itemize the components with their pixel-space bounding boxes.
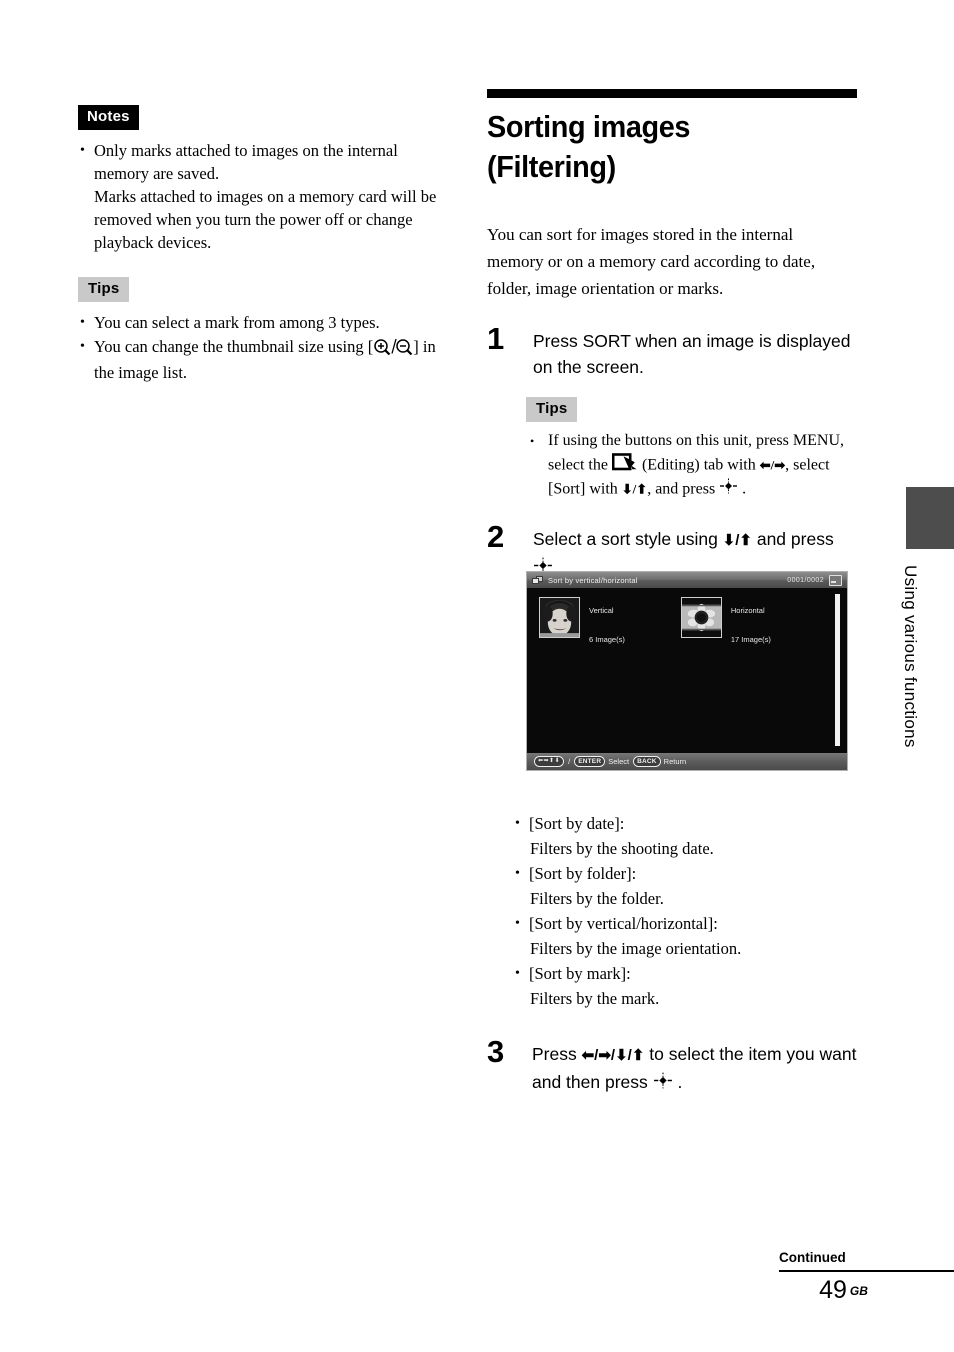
inner-tips-badge-wrap: Tips [526, 397, 857, 422]
notes-list: Only marks attached to images on the int… [78, 139, 450, 254]
child-photo [540, 598, 579, 637]
sort-option-label: [Sort by date]: [529, 813, 625, 833]
device-body: Vertical 6 Image(s) Horizontal 17 Image(… [527, 588, 847, 763]
sort-option-desc: Filters by the mark. [530, 988, 660, 1008]
zoom-in-zoom-out-icon [374, 338, 413, 356]
step-1: 1 Press SORT when an image is displayed … [487, 322, 857, 380]
step-3: 3 Press ⬅/➡/⬇/⬆ to select the item you w… [487, 1034, 857, 1096]
tips-item-1-text: You can select a mark from among 3 types… [94, 313, 380, 332]
tips-list-item-1: You can select a mark from among 3 types… [78, 311, 450, 334]
page-number-wrap: 49 GB [779, 1276, 954, 1304]
sort-option-item: [Sort by vertical/horizontal]: Filters b… [513, 911, 857, 961]
device-item-row: Vertical 6 Image(s) Horizontal 17 Image(… [527, 597, 847, 644]
step-1-number: 1 [487, 321, 505, 356]
notes-list-item: Only marks attached to images on the int… [78, 139, 450, 254]
sort-option-label: [Sort by vertical/horizontal]: [529, 913, 718, 933]
tips-badge: Tips [78, 277, 130, 302]
tips-list-item-2: You can change the thumbnail size using … [78, 335, 450, 384]
sunflower-photo [681, 598, 721, 637]
inner-tips-badge: Tips [526, 397, 578, 422]
device-item-count: 17 Image(s) [730, 635, 771, 644]
zoom-icons-group [373, 338, 413, 361]
step-1-text: Press SORT when an image is displayed on… [533, 331, 851, 377]
heading-rule [487, 89, 857, 98]
device-item-labels: Horizontal 17 Image(s) [731, 597, 771, 644]
inner-tips-arrows-2: ⬇/⬆ [621, 481, 648, 497]
chapter-tab-label: Using various functions [901, 565, 920, 748]
back-key-pill: BACK [633, 756, 661, 767]
left-column: Notes Only marks attached to images on t… [78, 105, 450, 385]
sort-option-item: [Sort by date]: Filters by the shooting … [513, 811, 857, 861]
back-key-action: Return [663, 757, 687, 766]
portrait-child-thumbnail[interactable] [539, 597, 580, 638]
sort-options-list: [Sort by date]: Filters by the shooting … [513, 811, 857, 1011]
step-2-text-mid: and press [751, 528, 834, 549]
direction-keys-icon: ⬅➡⬆⬇ [534, 756, 565, 767]
step-2-number: 2 [487, 518, 505, 554]
enter-dial-icon [653, 1072, 672, 1089]
sunflower-thumbnail[interactable] [680, 597, 722, 638]
sort-option-desc: Filters by the image orientation. [530, 938, 742, 958]
step-3-arrows: ⬅/➡/⬇/⬆ [581, 1046, 645, 1064]
sort-screens-icon [532, 575, 543, 585]
monitor-icon [829, 574, 842, 586]
enter-key-action: Select [608, 757, 630, 766]
sort-option-item: [Sort by mark]: Filters by the mark. [513, 961, 857, 1011]
step-3-text-pre: Press [532, 1043, 582, 1064]
editing-tab-icon [611, 452, 637, 470]
page-number-suffix: GB [849, 1284, 868, 1298]
enter-dial-icon-wrap-3 [653, 1070, 673, 1096]
step-3-text-post: . [672, 1071, 683, 1092]
step-3-number: 3 [487, 1033, 505, 1069]
step-2-text-pre: Select a sort style using [533, 528, 723, 549]
inner-tips-block: Tips If using the buttons on this unit, … [487, 397, 857, 502]
sort-option-label: [Sort by folder]: [529, 863, 637, 883]
enter-key-pill: ENTER [574, 756, 606, 767]
inner-tips-part2: (Editing) tab with [637, 455, 760, 473]
device-list-item[interactable]: Horizontal 17 Image(s) [680, 597, 771, 644]
sort-option-item: [Sort by folder]: Filters by the folder. [513, 861, 857, 911]
notes-badge-wrap: Notes [78, 105, 450, 130]
inner-tips-arrows-1: ⬅/➡ [759, 456, 786, 472]
step-2-arrows: ⬇/⬆ [722, 531, 752, 549]
sort-options-block: [Sort by date]: Filters by the shooting … [487, 811, 857, 1011]
sort-option-desc: Filters by the shooting date. [530, 838, 714, 858]
device-item-label: Vertical [589, 606, 614, 615]
continued-label: Continued [779, 1250, 846, 1265]
inner-tips-list-item: If using the buttons on this unit, press… [526, 430, 857, 502]
editing-tab-icon-wrap [611, 452, 638, 479]
intro-paragraph: You can sort for images stored in the in… [487, 225, 816, 298]
device-item-count: 6 Image(s) [589, 635, 625, 644]
device-bottom-bar: ⬅➡⬆⬇ / ENTER Select BACK Return [527, 753, 847, 770]
device-item-label: Horizontal [730, 606, 765, 615]
page-title-line1: Sorting images [487, 109, 691, 144]
notes-badge: Notes [78, 105, 139, 130]
page-number: 49 [819, 1276, 847, 1304]
tips-badge-wrap: Tips [78, 277, 450, 302]
inner-tips-list: If using the buttons on this unit, press… [526, 430, 857, 502]
sort-option-label: [Sort by mark]: [529, 963, 631, 983]
step-3-text: Press ⬅/➡/⬇/⬆ to select the item you wan… [532, 1041, 857, 1096]
device-title-text: Sort by vertical/horizontal [548, 575, 638, 585]
enter-dial-icon-wrap [719, 478, 738, 502]
device-title-bar: Sort by vertical/horizontal 0001/0002 [527, 572, 847, 588]
inner-tips-part4: , and press [647, 480, 720, 498]
device-list-item[interactable]: Vertical 6 Image(s) [539, 597, 625, 644]
device-image-counter: 0001/0002 [787, 576, 824, 584]
bottom-bar-separator: / [568, 757, 571, 766]
page-title: Sorting images (Filtering) [487, 107, 831, 187]
inner-tips-part5: . [738, 480, 747, 498]
device-item-labels: Vertical 6 Image(s) [589, 597, 625, 644]
device-screenshot: Sort by vertical/horizontal 0001/0002 Ve… [526, 571, 848, 771]
sort-option-desc: Filters by the folder. [530, 888, 664, 908]
notes-item-text: Only marks attached to images on the int… [94, 141, 437, 252]
page-title-line2: (Filtering) [487, 149, 616, 184]
enter-dial-icon [720, 478, 738, 494]
device-scrollbar[interactable] [835, 594, 840, 746]
tips-item-2-pre: You can change the thumbnail size using … [94, 337, 374, 356]
footer-rule [779, 1270, 954, 1272]
page-footer: Continued 49 GB [779, 1249, 954, 1304]
tips-list: You can select a mark from among 3 types… [78, 311, 450, 384]
chapter-tab-marker [906, 487, 954, 549]
